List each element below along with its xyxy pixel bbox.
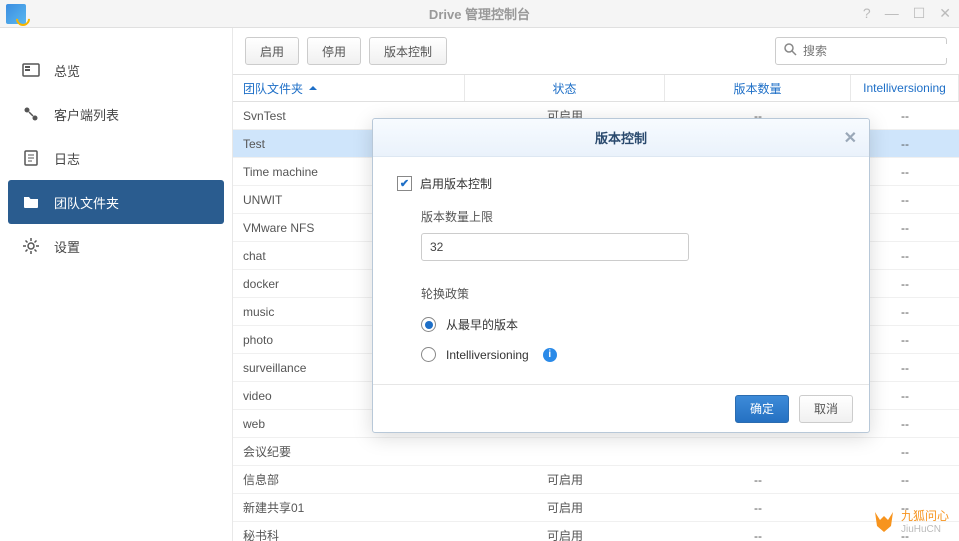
sidebar-item-settings[interactable]: 设置 — [0, 224, 232, 268]
table-row[interactable]: 信息部可启用---- — [233, 466, 959, 494]
enable-button[interactable]: 启用 — [245, 37, 299, 65]
enable-version-control-checkbox[interactable]: ✔ 启用版本控制 — [397, 175, 845, 192]
cell-intelliversioning: -- — [851, 466, 959, 493]
column-name[interactable]: 团队文件夹 — [233, 75, 465, 101]
dialog-header: 版本控制 ✕ — [373, 119, 869, 157]
column-status[interactable]: 状态 — [465, 75, 665, 101]
version-control-button[interactable]: 版本控制 — [369, 37, 447, 65]
help-icon[interactable]: ? — [863, 5, 871, 22]
fox-icon — [871, 510, 897, 532]
toolbar: 启用 停用 版本控制 — [233, 28, 959, 74]
column-version-count[interactable]: 版本数量 — [665, 75, 851, 101]
titlebar: Drive 管理控制台 ? — ☐ ✕ — [0, 0, 959, 28]
cell-name: 秘书科 — [233, 522, 465, 541]
cell-version-count: -- — [665, 494, 851, 521]
policy-option-earliest[interactable]: 从最早的版本 — [421, 316, 845, 333]
table-row[interactable]: 秘书科可启用---- — [233, 522, 959, 541]
radio-label: 从最早的版本 — [446, 316, 518, 333]
radio-icon — [421, 347, 436, 362]
sidebar-item-label: 总览 — [54, 61, 80, 80]
column-intelliversioning[interactable]: Intelliversioning — [851, 75, 959, 101]
sidebar: 总览 客户端列表 日志 团队文件夹 设置 — [0, 28, 232, 541]
policy-option-intelliversioning[interactable]: Intelliversioning i — [421, 347, 845, 362]
info-icon[interactable]: i — [543, 348, 557, 362]
sidebar-item-overview[interactable]: 总览 — [0, 48, 232, 92]
sidebar-item-label: 客户端列表 — [54, 105, 119, 124]
version-limit-label: 版本数量上限 — [421, 208, 845, 225]
watermark-brand: 九狐问心 — [901, 509, 949, 523]
app-logo-icon — [6, 4, 26, 24]
watermark: 九狐问心 JiuHuCN — [871, 507, 949, 535]
cell-status: 可启用 — [465, 466, 665, 493]
table-row[interactable]: 会议纪要 -- — [233, 438, 959, 466]
checkbox-label: 启用版本控制 — [420, 175, 492, 192]
maximize-icon[interactable]: ☐ — [913, 5, 926, 22]
cancel-button[interactable]: 取消 — [799, 395, 853, 423]
close-window-icon[interactable]: ✕ — [939, 5, 951, 22]
cell-status — [465, 438, 665, 465]
cell-name: 新建共享01 — [233, 494, 465, 521]
search-box[interactable] — [775, 37, 947, 65]
log-icon — [22, 149, 40, 167]
window-title: Drive 管理控制台 — [429, 4, 530, 23]
close-icon[interactable]: ✕ — [844, 128, 857, 148]
sidebar-item-label: 日志 — [54, 149, 80, 168]
dialog-title: 版本控制 — [595, 128, 647, 147]
search-input[interactable] — [803, 44, 958, 58]
sidebar-item-client-list[interactable]: 客户端列表 — [0, 92, 232, 136]
watermark-sub: JiuHuCN — [901, 524, 949, 535]
version-limit-input[interactable] — [421, 233, 689, 261]
folder-icon — [22, 193, 40, 211]
cell-version-count: -- — [665, 522, 851, 541]
sidebar-item-team-folders[interactable]: 团队文件夹 — [8, 180, 224, 224]
client-icon — [22, 105, 40, 123]
cell-status: 可启用 — [465, 494, 665, 521]
gear-icon — [22, 237, 40, 255]
cell-name: 会议纪要 — [233, 438, 465, 465]
table-row[interactable]: 新建共享01可启用---- — [233, 494, 959, 522]
search-icon — [784, 43, 797, 59]
cell-intelliversioning: -- — [851, 438, 959, 465]
ok-button[interactable]: 确定 — [735, 395, 789, 423]
cell-version-count — [665, 438, 851, 465]
sidebar-item-logs[interactable]: 日志 — [0, 136, 232, 180]
overview-icon — [22, 61, 40, 79]
radio-label: Intelliversioning — [446, 348, 529, 362]
version-control-dialog: 版本控制 ✕ ✔ 启用版本控制 版本数量上限 轮换政策 从最早的版本 Intel… — [372, 118, 870, 433]
minimize-icon[interactable]: — — [885, 5, 899, 22]
checkbox-icon: ✔ — [397, 176, 412, 191]
radio-icon — [421, 317, 436, 332]
disable-button[interactable]: 停用 — [307, 37, 361, 65]
sidebar-item-label: 团队文件夹 — [54, 193, 119, 212]
cell-name: 信息部 — [233, 466, 465, 493]
cell-version-count: -- — [665, 466, 851, 493]
rotation-policy-label: 轮换政策 — [421, 285, 845, 302]
table-header: 团队文件夹 状态 版本数量 Intelliversioning — [233, 74, 959, 102]
sidebar-item-label: 设置 — [54, 237, 80, 256]
cell-status: 可启用 — [465, 522, 665, 541]
